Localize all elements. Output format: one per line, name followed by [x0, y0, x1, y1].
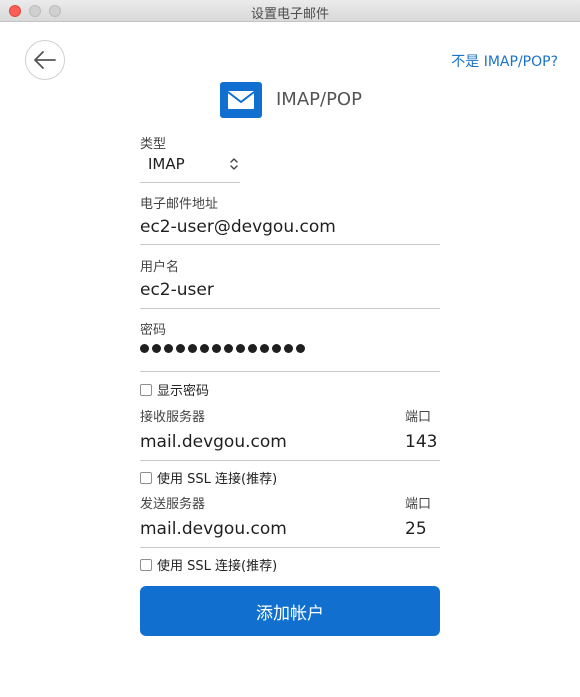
incoming-server-field[interactable]: mail.devgou.com	[140, 432, 287, 452]
username-label: 用户名	[140, 260, 180, 275]
password-mask-dot	[272, 344, 281, 353]
password-label: 密码	[140, 323, 167, 338]
password-field[interactable]	[140, 344, 305, 353]
password-mask-dot	[152, 344, 161, 353]
title-bar: 设置电子邮件	[0, 0, 580, 22]
email-underline	[140, 244, 440, 245]
outgoing-ssl-row[interactable]: 使用 SSL 连接(推荐)	[140, 555, 277, 574]
outgoing-server-field[interactable]: mail.devgou.com	[140, 519, 287, 539]
username-field[interactable]: ec2-user	[140, 280, 214, 300]
outgoing-ssl-label: 使用 SSL 连接(推荐)	[157, 559, 278, 574]
incoming-server-label: 接收服务器	[140, 410, 206, 425]
incoming-ssl-checkbox[interactable]	[140, 471, 152, 484]
incoming-port-field[interactable]: 143	[405, 432, 437, 452]
outgoing-underline	[140, 547, 440, 548]
password-mask-dot	[188, 344, 197, 353]
password-mask-dot	[200, 344, 209, 353]
username-underline	[140, 308, 440, 309]
incoming-ssl-row[interactable]: 使用 SSL 连接(推荐)	[140, 468, 277, 487]
envelope-icon	[220, 82, 262, 118]
password-mask-dot	[212, 344, 221, 353]
password-mask-dot	[248, 344, 257, 353]
incoming-underline	[140, 460, 440, 461]
outgoing-port-field[interactable]: 25	[405, 519, 427, 539]
back-button[interactable]	[25, 40, 65, 80]
show-password-row[interactable]: 显示密码	[140, 380, 209, 399]
password-mask-dot	[296, 344, 305, 353]
email-field[interactable]: ec2-user@devgou.com	[140, 217, 336, 237]
type-select-value: IMAP	[148, 155, 185, 173]
account-type-heading: IMAP/POP	[276, 89, 362, 110]
password-underline	[140, 371, 440, 372]
show-password-label: 显示密码	[157, 384, 210, 399]
window-title: 设置电子邮件	[250, 7, 329, 22]
incoming-ssl-label: 使用 SSL 连接(推荐)	[157, 472, 278, 487]
password-mask-dot	[140, 344, 149, 353]
outgoing-ssl-checkbox[interactable]	[140, 558, 152, 571]
email-label: 电子邮件地址	[140, 197, 219, 212]
incoming-port-label: 端口	[405, 410, 432, 425]
arrow-left-icon	[34, 51, 56, 69]
password-mask-dot	[260, 344, 269, 353]
password-mask-dot	[284, 344, 293, 353]
add-account-button[interactable]: 添加帐户	[140, 586, 440, 636]
outgoing-server-label: 发送服务器	[140, 497, 206, 512]
chevron-updown-icon	[230, 158, 238, 170]
type-label: 类型	[140, 137, 167, 152]
password-mask-dot	[224, 344, 233, 353]
password-mask-dot	[176, 344, 185, 353]
outgoing-port-label: 端口	[405, 497, 432, 512]
not-imap-pop-link[interactable]: 不是 IMAP/POP?	[451, 51, 558, 71]
password-mask-dot	[236, 344, 245, 353]
password-mask-dot	[164, 344, 173, 353]
show-password-checkbox[interactable]	[140, 383, 152, 396]
type-select[interactable]: IMAP	[140, 153, 240, 183]
